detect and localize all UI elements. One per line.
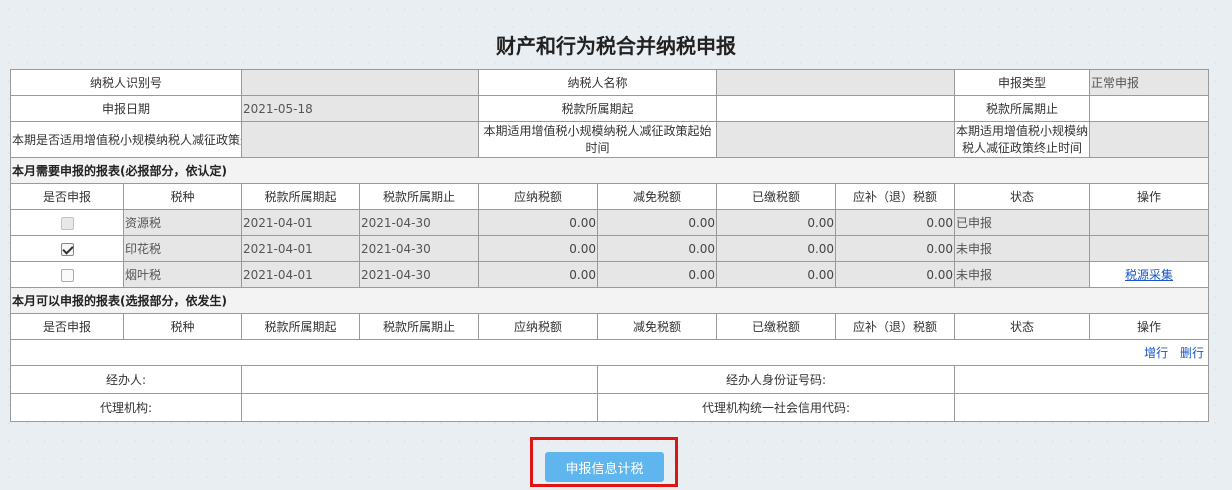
col-header: 税款所属期止 (359, 183, 480, 210)
policy-cell: 本期是否适用增值税小规模纳税人减征政策是 否 (9, 121, 243, 158)
policy-end-label: 本期适用增值税小规模纳税人减征政策终止时间 (954, 121, 1091, 158)
declare-checkbox[interactable] (60, 242, 74, 256)
payable-amount: 0.00 (478, 261, 599, 288)
reduced-amount: 0.00 (597, 261, 718, 288)
agency-code-label: 代理机构统一社会信用代码: (597, 393, 956, 422)
tax-type: 资源税 (122, 209, 243, 236)
table-row: 印花税 2021-04-01 2021-04-30 0.00 0.00 0.00… (10, 235, 1210, 262)
col-header: 状态 (954, 313, 1091, 340)
col-header: 减免税额 (597, 313, 718, 340)
col-header: 操作 (1089, 183, 1210, 210)
policy-label: 本期是否适用增值税小规模纳税人减征政策 (12, 133, 241, 147)
tax-type: 印花税 (122, 235, 243, 262)
col-header: 应纳税额 (478, 183, 599, 210)
paid-amount: 0.00 (716, 235, 837, 262)
col-header: 减免税额 (597, 183, 718, 210)
tax-source-collect-link[interactable]: 税源采集 (1125, 268, 1173, 282)
period-start: 2021-04-01 (241, 235, 361, 262)
col-header: 税种 (122, 313, 243, 340)
col-header: 税种 (122, 183, 243, 210)
col-header: 已缴税额 (716, 183, 837, 210)
period-start-label: 税款所属期起 (478, 95, 718, 122)
declare-type-label: 申报类型 (954, 69, 1091, 96)
period-end: 2021-04-30 (359, 235, 480, 262)
tax-declaration-page: 财产和行为税合并纳税申报 纳税人识别号 纳税人名称 申报类型 正常申报 申报日期… (0, 0, 1232, 490)
col-header: 已缴税额 (716, 313, 837, 340)
reduced-amount: 0.00 (597, 209, 718, 236)
taxpayer-name-value (716, 69, 956, 96)
declare-check-cell (10, 235, 124, 262)
reduced-amount: 0.00 (597, 235, 718, 262)
taxpayer-id-value (241, 69, 480, 96)
optional-header-row: 是否申报 税种 税款所属期起 税款所属期止 应纳税额 减免税额 已缴税额 应补（… (10, 313, 1210, 340)
col-header: 税款所属期起 (241, 313, 361, 340)
table-row: 烟叶税 2021-04-01 2021-04-30 0.00 0.00 0.00… (10, 261, 1210, 288)
required-header-row: 是否申报 税种 税款所属期起 税款所属期止 应纳税额 减免税额 已缴税额 应补（… (10, 183, 1210, 210)
policy-spacer (241, 121, 480, 158)
due-amount: 0.00 (835, 261, 956, 288)
period-end-label: 税款所属期止 (954, 95, 1091, 122)
period-start: 2021-04-01 (241, 209, 361, 236)
paid-amount: 0.00 (716, 209, 837, 236)
col-header: 应补（退）税额 (835, 183, 956, 210)
period-start-value[interactable] (716, 95, 956, 122)
col-header: 是否申报 (10, 183, 124, 210)
period-end-value[interactable] (1089, 95, 1210, 122)
declare-type-value: 正常申报 (1089, 69, 1210, 96)
action-cell (1089, 209, 1210, 236)
tax-type: 烟叶税 (122, 261, 243, 288)
due-amount: 0.00 (835, 209, 956, 236)
col-header: 状态 (954, 183, 1091, 210)
declare-date-value: 2021-05-18 (241, 95, 480, 122)
declare-check-cell (10, 261, 124, 288)
calculate-tax-button[interactable]: 申报信息计税 (545, 452, 664, 482)
status: 未申报 (954, 261, 1091, 288)
handler-label: 经办人: (9, 365, 243, 394)
col-header: 是否申报 (10, 313, 124, 340)
col-header: 应补（退）税额 (835, 313, 956, 340)
handler-id-label: 经办人身份证号码: (597, 365, 956, 394)
agency-value[interactable] (241, 393, 599, 422)
declare-checkbox[interactable] (60, 268, 74, 282)
action-cell (1089, 235, 1210, 262)
col-header: 操作 (1089, 313, 1210, 340)
action-cell: 税源采集 (1089, 261, 1210, 288)
row-actions: 增行 删行 (9, 339, 1210, 366)
paid-amount: 0.00 (716, 261, 837, 288)
add-row-button[interactable]: 增行 (1144, 346, 1168, 360)
status: 已申报 (954, 209, 1091, 236)
period-start: 2021-04-01 (241, 261, 361, 288)
payable-amount: 0.00 (478, 209, 599, 236)
policy-start-value (716, 121, 956, 158)
required-section-title: 本月需要申报的报表(必报部分，依认定) (9, 157, 1210, 184)
optional-section-title: 本月可以申报的报表(选报部分，依发生) (9, 287, 1210, 314)
taxpayer-id-label: 纳税人识别号 (9, 69, 243, 96)
agency-code-value[interactable] (954, 393, 1210, 422)
declare-date-label: 申报日期 (9, 95, 243, 122)
col-header: 应纳税额 (478, 313, 599, 340)
due-amount: 0.00 (835, 235, 956, 262)
delete-row-button[interactable]: 删行 (1180, 346, 1204, 360)
handler-value[interactable] (241, 365, 599, 394)
payable-amount: 0.00 (478, 235, 599, 262)
policy-end-value (1089, 121, 1210, 158)
period-end: 2021-04-30 (359, 209, 480, 236)
policy-start-label: 本期适用增值税小规模纳税人减征政策起始时间 (478, 121, 718, 158)
declare-checkbox (60, 216, 74, 230)
col-header: 税款所属期起 (241, 183, 361, 210)
handler-id-value[interactable] (954, 365, 1210, 394)
declare-check-cell (10, 209, 124, 236)
taxpayer-name-label: 纳税人名称 (478, 69, 718, 96)
col-header: 税款所属期止 (359, 313, 480, 340)
page-title: 财产和行为税合并纳税申报 (496, 34, 736, 58)
declaration-form: 纳税人识别号 纳税人名称 申报类型 正常申报 申报日期 2021-05-18 税… (9, 69, 1210, 422)
table-row: 资源税 2021-04-01 2021-04-30 0.00 0.00 0.00… (10, 209, 1210, 236)
status: 未申报 (954, 235, 1091, 262)
period-end: 2021-04-30 (359, 261, 480, 288)
agency-label: 代理机构: (9, 393, 243, 422)
